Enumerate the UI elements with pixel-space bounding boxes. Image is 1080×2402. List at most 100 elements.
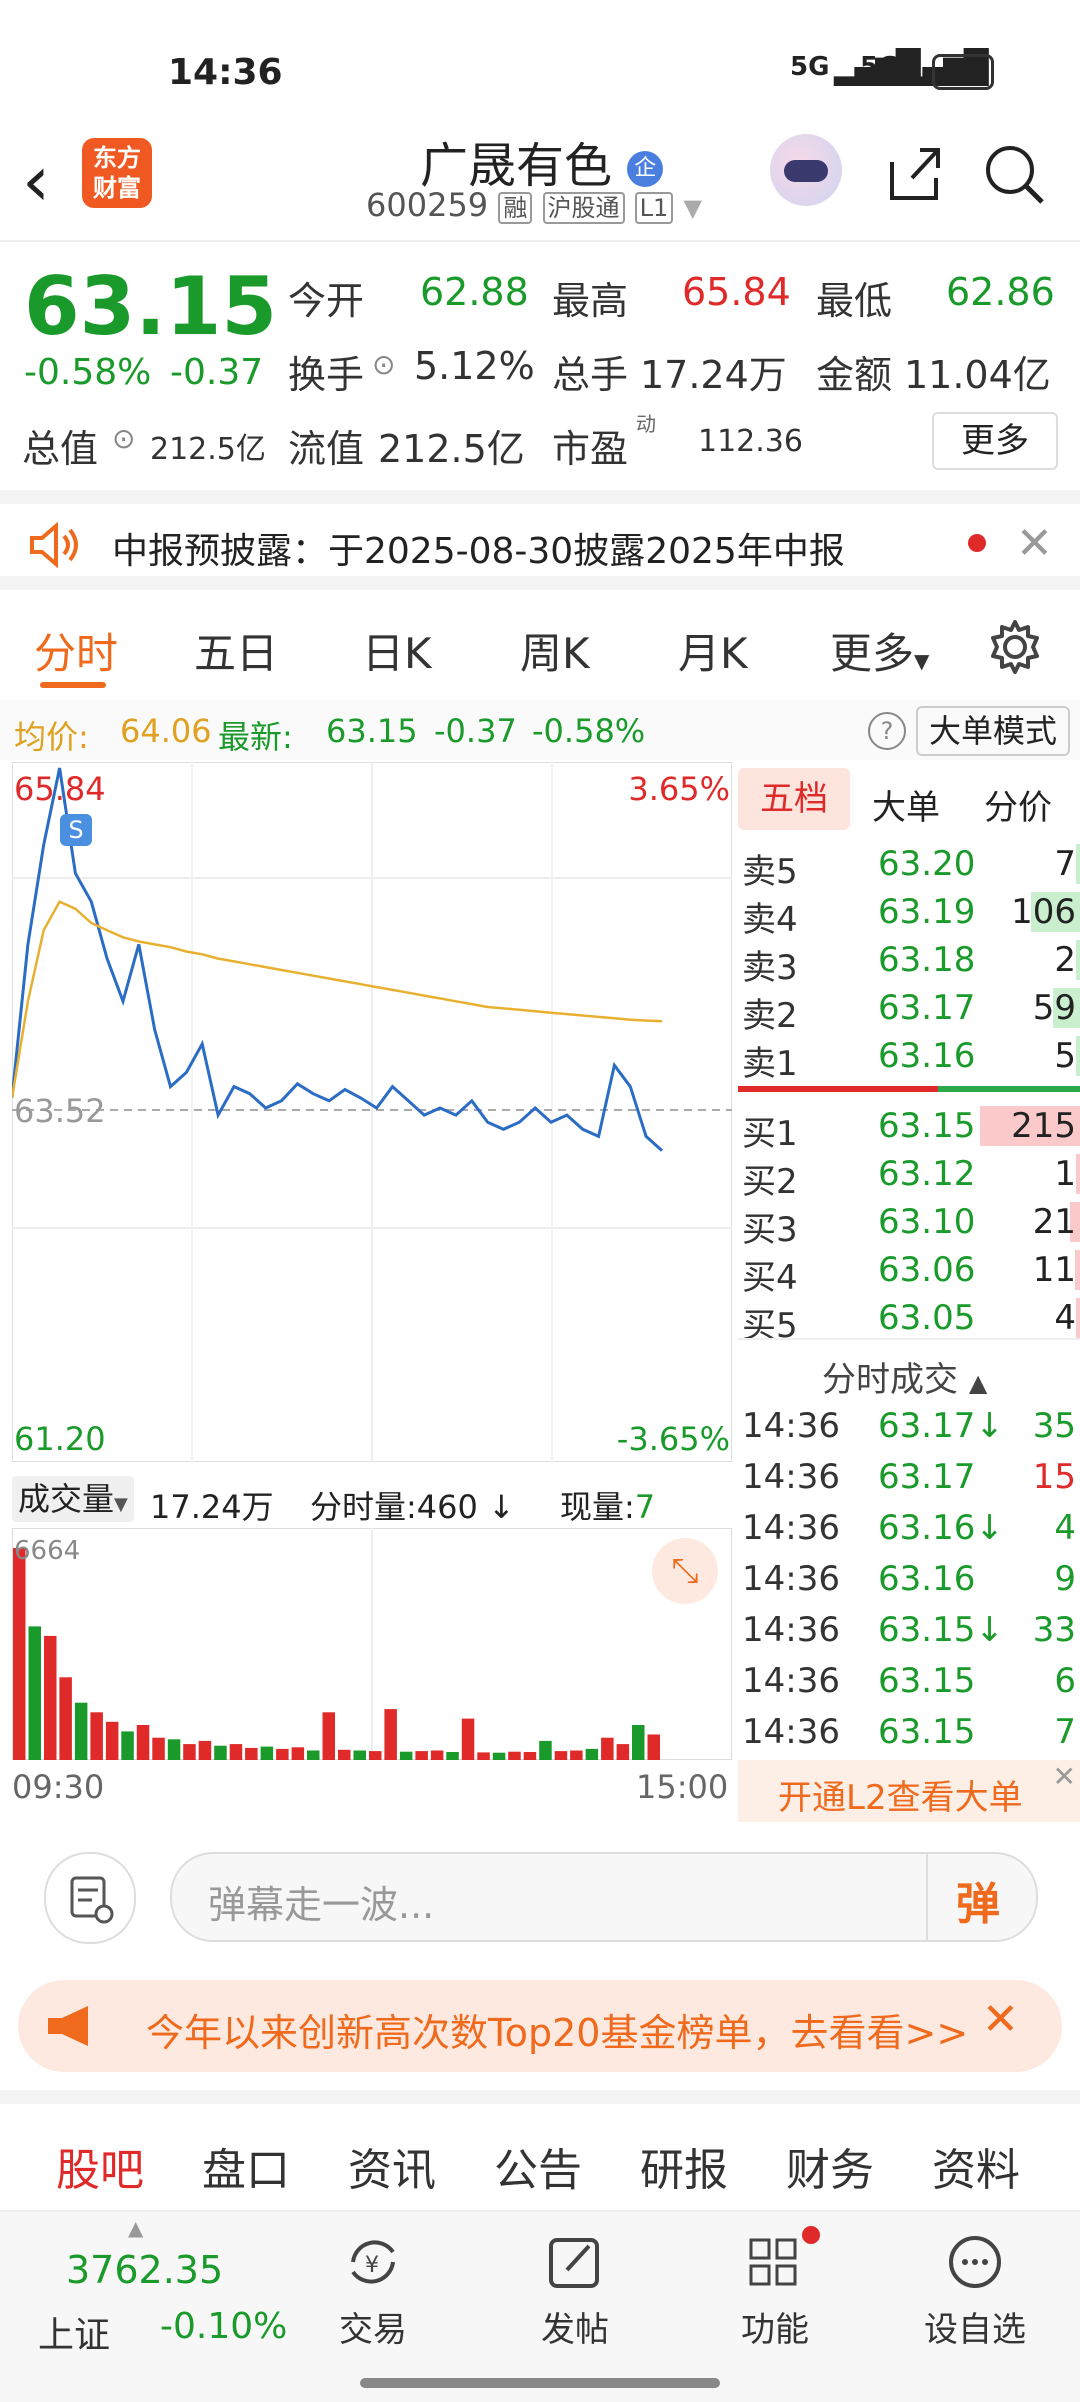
clock: 14:36: [168, 52, 283, 93]
banner-close-icon[interactable]: ✕: [982, 1994, 1019, 2045]
volume-selector[interactable]: 成交量▼: [12, 1476, 134, 1522]
eastmoney-logo[interactable]: 东方 财富: [82, 138, 152, 208]
back-icon[interactable]: ‹: [22, 140, 50, 222]
volume-bar: [353, 1750, 366, 1760]
bid-row[interactable]: 买1 63.15 215: [738, 1102, 1080, 1154]
bid-ask-ratio-bar-red: [738, 1086, 938, 1092]
tab-handicap[interactable]: 盘口: [202, 2134, 290, 2198]
functions-button[interactable]: 功能: [720, 2226, 830, 2351]
tick-time: 14:36: [742, 1457, 840, 1497]
bid-row[interactable]: 买3 63.10 21: [738, 1198, 1080, 1250]
tab-week-k[interactable]: 周K: [520, 620, 590, 681]
gear-icon[interactable]: [986, 618, 1044, 676]
volume-bar: [399, 1751, 413, 1760]
l2-close-icon[interactable]: ✕: [1053, 1760, 1076, 1793]
l2-upgrade-bar[interactable]: 开通L2查看大单 ✕: [738, 1760, 1080, 1822]
ask-price: 63.16: [878, 1036, 976, 1076]
volume-chart-svg: [12, 1528, 732, 1760]
book-tab-price-dist[interactable]: 分价: [984, 780, 1052, 829]
share-icon[interactable]: [884, 142, 946, 204]
tab-profile[interactable]: 资料: [932, 2134, 1020, 2198]
tab-month-k[interactable]: 月K: [678, 620, 748, 681]
ask-row[interactable]: 卖1 63.16 5: [738, 1032, 1080, 1084]
trade-button[interactable]: ¥ 交易: [318, 2232, 428, 2351]
big-order-mode-button[interactable]: 大单模式: [916, 706, 1070, 756]
bid-row[interactable]: 买4 63.06 11: [738, 1246, 1080, 1298]
volume-bar: [570, 1750, 583, 1760]
bid-level-label: 买2: [742, 1162, 798, 1202]
tab-more[interactable]: 更多▼: [830, 620, 929, 681]
add-watchlist-button[interactable]: 设自选: [920, 2232, 1030, 2351]
volume-bar: [260, 1746, 274, 1760]
ticks-title[interactable]: 分时成交 ▲: [822, 1352, 987, 1401]
tick-quantity: 6: [1054, 1661, 1076, 1701]
promo-banner[interactable]: 今年以来创新高次数Top20基金榜单，去看看>> ✕: [18, 1980, 1062, 2072]
tick-time: 14:36: [742, 1559, 840, 1599]
avg-line: [12, 900, 663, 1099]
volume-chart[interactable]: 6664 ⤡: [12, 1528, 732, 1760]
info-icon[interactable]: ⊙: [112, 422, 135, 455]
ask-row[interactable]: 卖4 63.19 106: [738, 888, 1080, 940]
expand-icon[interactable]: ⤡: [652, 1538, 718, 1604]
sell-signal-marker[interactable]: S: [60, 814, 92, 846]
tab-finance[interactable]: 财务: [786, 2134, 874, 2198]
volume-bar: [307, 1750, 320, 1760]
amount-value: 11.04亿: [904, 353, 1051, 397]
book-tab-big-order[interactable]: 大单: [872, 780, 940, 829]
ask-level-label: 卖4: [742, 900, 798, 940]
post-button[interactable]: 发帖: [520, 2232, 630, 2351]
volume-bar: [554, 1751, 568, 1760]
tab-day-k[interactable]: 日K: [362, 620, 432, 681]
tab-announcement[interactable]: 公告: [494, 2134, 582, 2198]
float-value: 212.5亿: [378, 427, 525, 471]
volume-max-label: 6664: [14, 1536, 81, 1566]
stock-header: ‹ 东方 财富 广晟有色 企 600259 融 沪股通 L1 ▼: [0, 120, 1080, 242]
barrage-settings-icon[interactable]: [44, 1852, 136, 1944]
barrage-placeholder: 弹幕走一波...: [208, 1883, 435, 1927]
more-button[interactable]: 更多: [932, 412, 1058, 470]
tab-indicator: [40, 682, 106, 688]
price-line: [12, 767, 663, 1152]
tab-research[interactable]: 研报: [640, 2134, 728, 2198]
tick-row: 14:36 63.17↓ 35: [738, 1402, 1080, 1452]
turnover-info-icon[interactable]: ⊙: [372, 348, 395, 381]
tab-intraday[interactable]: 分时: [34, 620, 118, 681]
book-tab-level5[interactable]: 五档: [738, 768, 850, 830]
barrage-input[interactable]: 弹幕走一波... 弹: [170, 1852, 1038, 1942]
tick-price: 63.15↓: [878, 1610, 1004, 1650]
ask-row[interactable]: 卖2 63.17 59: [738, 984, 1080, 1036]
robot-assistant-icon[interactable]: [770, 134, 842, 206]
bid-level-label: 买3: [742, 1210, 798, 1250]
notice-bar[interactable]: 中报预披露：于2025-08-30披露2025年中报 ✕: [0, 490, 1080, 590]
close-icon[interactable]: ✕: [1016, 518, 1053, 569]
last-price: 63.15: [24, 260, 278, 353]
dropdown-icon[interactable]: ▼: [683, 194, 701, 222]
bid-price: 63.12: [878, 1154, 976, 1194]
bid-row[interactable]: 买2 63.12 1: [738, 1150, 1080, 1202]
ask-row[interactable]: 卖5 63.20 7: [738, 840, 1080, 892]
ask-row[interactable]: 卖3 63.18 2: [738, 936, 1080, 988]
volume-bar: [338, 1749, 351, 1760]
search-icon[interactable]: [982, 142, 1046, 206]
ask-quantity: 7: [1054, 844, 1076, 884]
tab-news[interactable]: 资讯: [348, 2134, 436, 2198]
bid-row[interactable]: 买5 63.05 4: [738, 1294, 1080, 1346]
volume-bar: [477, 1752, 490, 1760]
index-pct: -0.10%: [160, 2306, 288, 2347]
index-value[interactable]: 3762.35: [66, 2248, 223, 2292]
ask-price: 63.19: [878, 892, 976, 932]
volume-bar: [585, 1748, 599, 1760]
tab-five-day[interactable]: 五日: [194, 620, 278, 681]
ask-level-label: 卖1: [742, 1044, 798, 1084]
tab-forum[interactable]: 股吧: [56, 2134, 144, 2198]
help-icon[interactable]: ?: [868, 712, 906, 750]
open-label: 今开: [288, 279, 365, 323]
tick-price: 63.16: [878, 1559, 976, 1599]
volume-bar: [276, 1748, 289, 1760]
bid-quantity: 1: [1054, 1154, 1076, 1194]
barrage-send-button[interactable]: 弹: [956, 1868, 1000, 1932]
intraday-chart[interactable]: 65.84 3.65% 63.52 61.20 -3.65% S: [12, 762, 732, 1462]
volume-bar: [291, 1747, 305, 1760]
volume-bar: [13, 1548, 26, 1760]
tick-time: 14:36: [742, 1406, 840, 1446]
